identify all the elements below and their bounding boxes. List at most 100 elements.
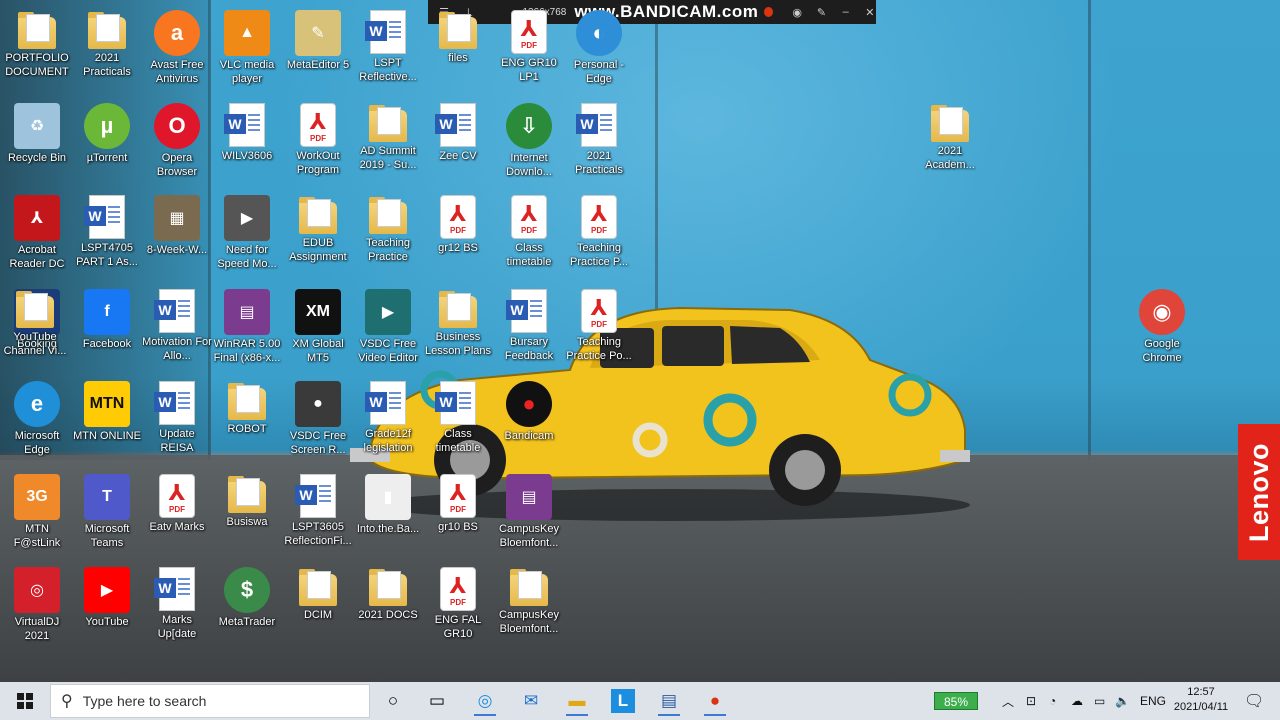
opera-icon: O xyxy=(154,103,200,149)
desktop-icon[interactable]: a Avast Free Antivirus xyxy=(142,6,212,94)
desktop-icon[interactable]: ⅄ PDF WorkOut Program xyxy=(283,99,353,187)
record-dot-icon[interactable] xyxy=(764,7,774,17)
file-explorer-icon[interactable]: ▬ xyxy=(562,686,592,716)
desktop-icon[interactable]: W LSPT3605 ReflectionFi... xyxy=(283,470,353,558)
pdf-icon: ⅄ PDF xyxy=(511,10,547,54)
mail-taskbar-icon[interactable]: ✉ xyxy=(516,686,546,716)
desktop-icon[interactable]: EDUB Assignment xyxy=(283,191,353,279)
desktop-icon[interactable]: Business Lesson Plans xyxy=(423,285,493,373)
desktop-icon-label: Internet Downlo... xyxy=(506,152,552,178)
clock[interactable]: 12:57 2021/04/11 xyxy=(1168,685,1234,715)
search-box[interactable]: ⚲ Type here to search xyxy=(50,684,370,718)
volume-icon[interactable]: 🔈 xyxy=(1115,682,1130,720)
cortana-icon[interactable]: ○ xyxy=(378,686,408,716)
desktop-icon[interactable]: $ MetaTrader xyxy=(212,563,282,651)
cloud-icon[interactable]: ☁ xyxy=(1071,682,1083,720)
pencil-icon[interactable]: ✎ xyxy=(815,6,827,19)
desktop-icon[interactable]: ⅄ PDF Eatv Marks xyxy=(142,470,212,558)
desktop-icon[interactable]: ⅄ PDF gr10 BS xyxy=(423,470,493,558)
desktop-icon[interactable]: ⅄ PDF ENG GR10 LP1 xyxy=(494,6,564,94)
desktop-icon[interactable]: YouTube Channel Vi... xyxy=(0,285,70,373)
task-view-icon[interactable]: ▭ xyxy=(422,686,452,716)
desktop-icon[interactable]: ▮ Into.the.Ba... xyxy=(353,470,423,558)
desktop-icon[interactable]: ▶ Need for Speed Mo... xyxy=(212,191,282,279)
desktop-icon[interactable]: W Zee CV xyxy=(423,99,493,187)
desktop-icon[interactable]: XM XM Global MT5 xyxy=(283,285,353,373)
desktop-icon[interactable]: ▶ YouTube xyxy=(72,563,142,651)
desktop-icon[interactable]: W Marks Up[date xyxy=(142,563,212,651)
desktop-icon[interactable]: W Grade12f legislation xyxy=(353,377,423,465)
edge-taskbar-icon[interactable]: ◎ xyxy=(470,686,500,716)
desktop-icon[interactable]: e Microsoft Edge xyxy=(2,377,72,465)
desktop-icon[interactable]: ● Bandicam xyxy=(494,377,564,465)
desktop-icon[interactable]: ● VSDC Free Screen R... xyxy=(283,377,353,465)
desktop-icon[interactable]: ▶ VSDC Free Video Editor xyxy=(353,285,423,373)
desktop-icon[interactable]: W WILV3606 xyxy=(212,99,282,187)
desktop-icon-label: µTorrent xyxy=(86,152,128,164)
desktop-icon[interactable]: 2021 Academ... xyxy=(915,99,985,187)
desktop-icon[interactable]: µ µTorrent xyxy=(72,99,142,187)
desktop-icon[interactable]: W LSPT Reflective... xyxy=(353,6,423,94)
desktop-icon[interactable]: 3G MTN F@stLink xyxy=(2,470,72,558)
l-app-taskbar-icon[interactable]: L xyxy=(611,689,635,713)
desktop-icon[interactable]: Teaching Practice xyxy=(353,191,423,279)
desktop-icon[interactable]: ROBOT xyxy=(212,377,282,465)
desktop-icon[interactable]: O Opera Browser xyxy=(142,99,212,187)
tray-app-icon[interactable]: ⊡ xyxy=(1026,682,1036,720)
minimize-icon[interactable]: – xyxy=(840,6,852,18)
desktop-icon[interactable]: W 2021 Practicals xyxy=(564,99,634,187)
folder-icon xyxy=(439,291,477,328)
desktop-icon[interactable]: PORTFOLIO DOCUMENTS xyxy=(2,6,72,94)
notification-icon[interactable]: 🗨 xyxy=(1244,682,1264,720)
desktop-icon[interactable]: ◎ VirtualDJ 2021 xyxy=(2,563,72,651)
desktop-icon[interactable]: Busiswa xyxy=(212,470,282,558)
youtube-icon: ▶ xyxy=(84,567,130,613)
tray-chevron-icon[interactable]: ︿ xyxy=(1002,682,1014,720)
desktop-icon[interactable]: files xyxy=(423,6,493,94)
desktop-icon-label: Google Chrome xyxy=(1142,338,1182,364)
desktop-icon[interactable]: DCIM xyxy=(283,563,353,651)
desktop-icon[interactable]: ⅄ PDF Teaching Practice Po... xyxy=(564,285,634,373)
desktop-icon-label: Avast Free Antivirus xyxy=(150,59,204,85)
nfs-icon: ▶ xyxy=(224,195,270,241)
desktop-icon[interactable]: ⇩ Internet Downlo... xyxy=(494,99,564,187)
desktop-icon[interactable]: ◉ Google Chrome xyxy=(1127,285,1197,373)
desktop-icon[interactable]: ◐ Personal - Edge xyxy=(564,6,634,94)
desktop-icon[interactable]: f Facebook xyxy=(72,285,142,373)
desktop-icon[interactable]: T Microsoft Teams xyxy=(72,470,142,558)
desktop-icon[interactable]: CampusKey Bloemfont... xyxy=(494,563,564,651)
battery-indicator[interactable]: 85% xyxy=(934,692,978,710)
desktop-icon[interactable]: ⅄ Acrobat Reader DC xyxy=(2,191,72,279)
desktop-icon[interactable]: AD Summit 2019 - Su... xyxy=(353,99,423,187)
desktop-icon[interactable]: ♻ Recycle Bin xyxy=(2,99,72,187)
language-indicator[interactable]: ENG xyxy=(1140,682,1166,720)
desktop-icon[interactable]: ▤ CampusKey Bloemfont... xyxy=(494,470,564,558)
desktop-icon[interactable]: ✎ MetaEditor 5 xyxy=(283,6,353,94)
desktop-icon[interactable]: 2021 DOCS xyxy=(353,563,423,651)
desktop-icon[interactable]: W Class timetable xyxy=(423,377,493,465)
bandicam-taskbar-icon[interactable]: ● xyxy=(700,686,730,716)
desktop-icon[interactable]: W Motivation For Allo... xyxy=(142,285,212,373)
close-icon[interactable]: ✕ xyxy=(864,6,876,19)
desktop-icon-label: Bursary Feedback xyxy=(504,336,554,362)
desktop-icon[interactable]: W LSPT4705 PART 1 As... xyxy=(72,191,142,279)
camera-icon[interactable]: ◉ xyxy=(791,6,803,19)
desktop-icon[interactable]: ▤ WinRAR 5.00 Final (x86-x... xyxy=(212,285,282,373)
desktop-icon[interactable]: ⅄ PDF Teaching Practice P... xyxy=(564,191,634,279)
desktop-icon[interactable]: ▦ 8-Week-W... xyxy=(142,191,212,279)
start-button[interactable] xyxy=(0,682,50,720)
desktop-icon[interactable]: W Update REISA xyxy=(142,377,212,465)
desktop-icon-label: DCIM xyxy=(303,609,333,621)
desktop-icon[interactable]: ⅄ PDF ENG FAL GR10 xyxy=(423,563,493,651)
desktop-icon-label: LSPT4705 PART 1 As... xyxy=(76,242,138,268)
desktop-icon-label: Teaching Practice Po... xyxy=(566,336,632,362)
wifi-icon[interactable]: ◔ xyxy=(1049,682,1056,720)
desktop-icon[interactable]: W Bursary Feedback xyxy=(494,285,564,373)
desktop-app-taskbar-icon[interactable]: ▤ xyxy=(654,686,684,716)
battery-icon[interactable]: ▭ xyxy=(1094,682,1105,720)
desktop-icon[interactable]: MTN MTN ONLINE xyxy=(72,377,142,465)
desktop-icon[interactable]: ▲ VLC media player xyxy=(212,6,282,94)
desktop-icon[interactable]: 2021 Practicals xyxy=(72,6,142,94)
desktop-icon[interactable]: ⅄ PDF gr12 BS xyxy=(423,191,493,279)
desktop-icon[interactable]: ⅄ PDF Class timetable xyxy=(494,191,564,279)
